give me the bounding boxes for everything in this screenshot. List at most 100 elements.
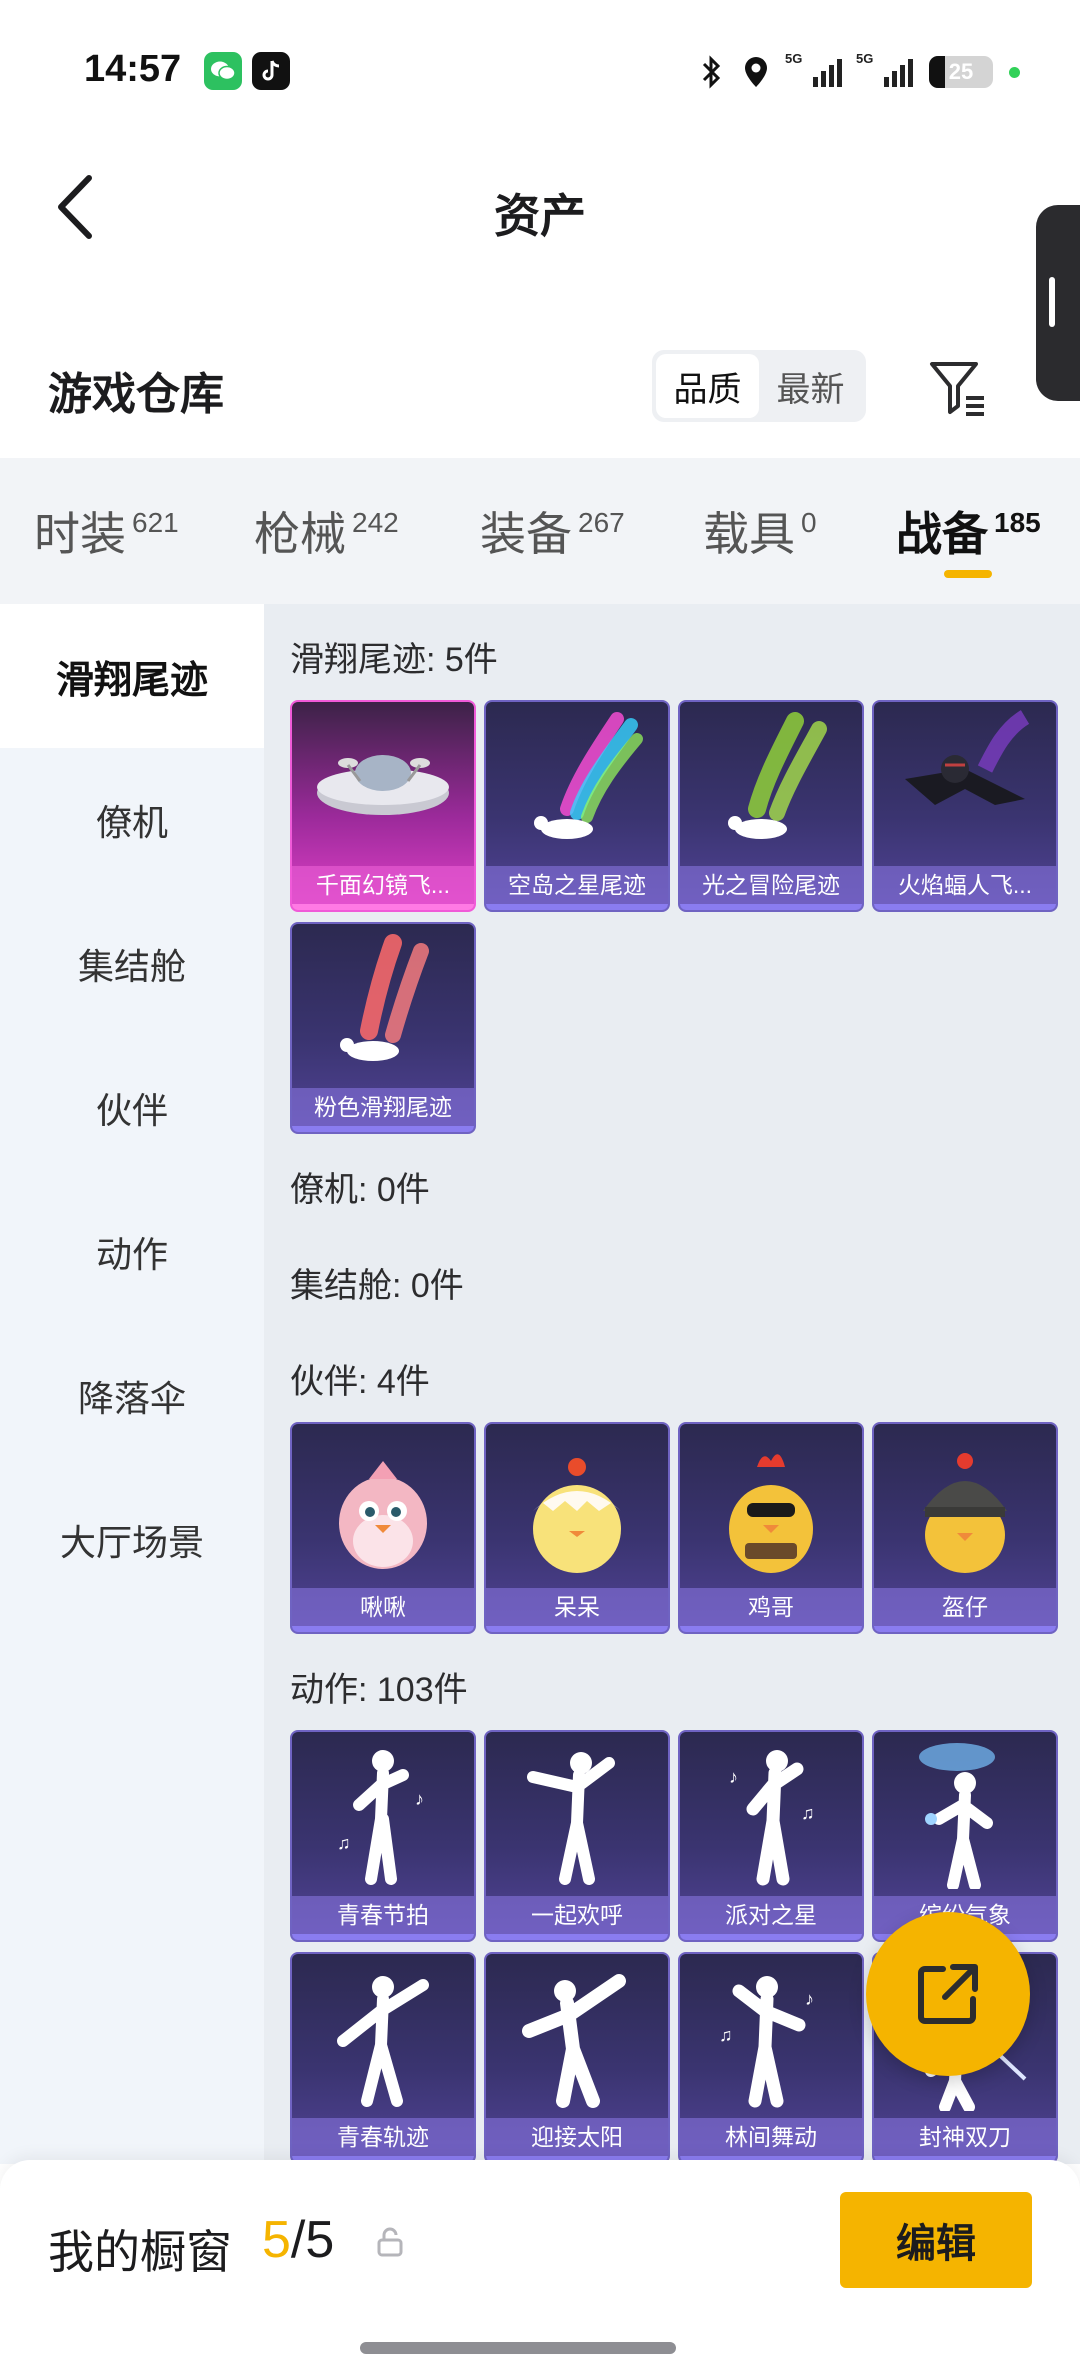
bluetooth-icon [702,55,721,89]
item-name: 青春轨迹 [292,2118,474,2156]
item-card[interactable]: 呆呆 [484,1422,670,1634]
item-card[interactable]: ♫ ♪ 林间舞动 [678,1952,864,2164]
item-card[interactable]: 青春轨迹 [290,1952,476,2164]
sort-toggle: 品质 最新 [652,350,866,422]
signal-icon: 5G [785,51,842,87]
item-card[interactable]: 缤纷气象 [872,1730,1058,1942]
sidebar-item-emote[interactable]: 动作 [0,1180,264,1324]
dancer-silhouette-art: ♫ ♪ [680,1954,862,2118]
battery-icon: 25 [929,56,993,88]
item-card[interactable]: 啾啾 [290,1422,476,1634]
item-card[interactable]: ♫ ♪ 青春节拍 [290,1730,476,1942]
item-name: 封神双刀 [874,2118,1056,2156]
item-card[interactable]: 鸡哥 [678,1422,864,1634]
helmet-chick-art [874,1424,1056,1588]
status-bar: 14:57 5G 5G 25 [0,0,1080,140]
svg-text:♫: ♫ [719,2025,733,2045]
tab-vehicles[interactable]: 载具 0 [703,498,817,564]
dancer-silhouette-art [292,1954,474,2118]
dancer-silhouette-art: ♪ ♫ [680,1732,862,1896]
bat-suit-art [874,702,1056,866]
tab-weapons[interactable]: 枪械 242 [254,498,399,564]
tab-combat-prep[interactable]: 战备 185 [896,498,1041,564]
item-card[interactable]: 光之冒险尾迹 [678,700,864,912]
egg-chick-art [486,1424,668,1588]
dancer-silhouette-art [486,1732,668,1896]
item-name: 鸡哥 [680,1588,862,1626]
lock-icon [377,2227,403,2257]
item-name: 光之冒险尾迹 [680,866,862,904]
item-name: 派对之星 [680,1896,862,1934]
item-name: 盔仔 [874,1588,1056,1626]
svg-text:♫: ♫ [801,1803,815,1823]
section-heading: 游戏仓库 [48,370,224,419]
showcase-label: 我的橱窗 [48,2226,232,2278]
svg-text:♪: ♪ [805,1989,814,2009]
item-name: 青春节拍 [292,1896,474,1934]
sidebar-item-lobby-scene[interactable]: 大厅场景 [0,1468,264,1612]
filter-icon [930,362,984,416]
sidebar-item-wingman[interactable]: 僚机 [0,748,264,892]
sidebar-item-parachute[interactable]: 降落伞 [0,1324,264,1468]
home-indicator[interactable] [360,2342,676,2354]
floating-side-handle[interactable] [1036,205,1080,401]
svg-text:♪: ♪ [729,1767,738,1787]
item-name: 粉色滑翔尾迹 [292,1088,474,1126]
sort-quality-button[interactable]: 品质 [656,354,759,418]
sidebar-item-glide-trail[interactable]: 滑翔尾迹 [0,604,264,748]
status-time: 14:57 [84,48,182,90]
filter-button[interactable] [922,352,992,422]
item-name: 千面幻镜飞... [292,866,474,904]
item-card[interactable]: 千面幻镜飞... [290,700,476,912]
tab-fashion[interactable]: 时装 621 [34,498,179,564]
nav-header: 资产 [0,140,1080,270]
item-card[interactable]: 火焰蝠人飞... [872,700,1058,912]
dancer-silhouette-art [486,1954,668,2118]
item-name: 空岛之星尾迹 [486,866,668,904]
wechat-icon [204,52,242,90]
item-card[interactable]: ♪ ♫ 派对之星 [678,1730,864,1942]
sidebar: 滑翔尾迹 僚机 集结舱 伙伴 动作 降落伞 大厅场景 [0,604,264,2164]
share-icon [918,1964,978,2024]
sidebar-item-partner[interactable]: 伙伴 [0,1036,264,1180]
item-card[interactable]: 盔仔 [872,1422,1058,1634]
svg-text:♪: ♪ [415,1789,424,1809]
share-button[interactable] [866,1912,1030,2076]
ufo-art [292,702,474,866]
showcase-count: 5/5 [262,2211,335,2269]
item-card[interactable]: 一起欢呼 [484,1730,670,1942]
dancer-silhouette-art: ♫ ♪ [292,1732,474,1896]
item-name: 迎接太阳 [486,2118,668,2156]
section-title-emote: 动作: 103件 [290,1671,468,1709]
section-title-wingman: 僚机: 0件 [290,1171,430,1209]
green-trail-art [680,702,862,866]
item-name: 林间舞动 [680,2118,862,2156]
sidebar-item-rally-pod[interactable]: 集结舱 [0,892,264,1036]
weather-dancer-art [874,1732,1056,1896]
item-name: 啾啾 [292,1588,474,1626]
item-card[interactable]: 迎接太阳 [484,1952,670,2164]
section-title-rally-pod: 集结舱: 0件 [290,1267,464,1305]
section-title-partner: 伙伴: 4件 [290,1363,430,1401]
pink-trail-art [292,924,474,1088]
tiktok-icon [252,52,290,90]
item-name: 呆呆 [486,1588,668,1626]
rainbow-trail-art [486,702,668,866]
item-name: 一起欢呼 [486,1896,668,1934]
category-tabs: 时装 621 枪械 242 装备 267 载具 0 战备 185 [0,458,1080,604]
item-card[interactable]: 空岛之星尾迹 [484,700,670,912]
signal-icon-2: 5G [856,51,913,87]
item-card[interactable]: 粉色滑翔尾迹 [290,922,476,1134]
privacy-indicator [1009,66,1020,78]
item-name: 火焰蝠人飞... [874,866,1056,904]
bottom-bar: 我的橱窗 5/5 编辑 [0,2160,1080,2373]
sort-newest-button[interactable]: 最新 [759,354,862,418]
tab-equipment[interactable]: 装备 267 [480,498,625,564]
active-tab-indicator [944,570,992,578]
location-icon [745,57,767,87]
pink-bird-art [292,1424,474,1588]
svg-text:♫: ♫ [337,1833,351,1853]
rooster-art [680,1424,862,1588]
section-title-glide: 滑翔尾迹: 5件 [290,641,498,679]
edit-button[interactable]: 编辑 [840,2192,1032,2288]
